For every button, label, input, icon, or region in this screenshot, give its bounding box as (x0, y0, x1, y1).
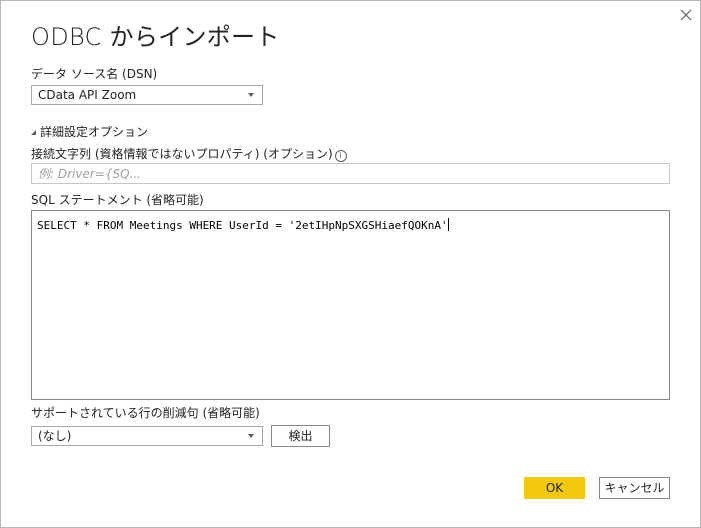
chevron-down-icon (248, 434, 254, 438)
info-icon[interactable]: i (334, 150, 347, 162)
cancel-button[interactable]: キャンセル (599, 477, 670, 499)
close-button[interactable] (677, 6, 695, 24)
dsn-select-value: CData API Zoom (38, 88, 137, 102)
detect-button[interactable]: 検出 (271, 425, 330, 447)
ok-button[interactable]: OK (524, 477, 585, 499)
dsn-label: データ ソース名 (DSN) (31, 67, 158, 81)
collapse-triangle-icon (31, 130, 36, 135)
connection-string-input[interactable] (31, 163, 670, 184)
row-reduction-clauses-select[interactable]: (なし) (31, 426, 263, 446)
row-reduction-clauses-label: サポートされている行の削減句 (省略可能) (31, 406, 260, 420)
dialog-title: ODBC からインポート (31, 23, 280, 51)
odbc-import-dialog: ODBC からインポート データ ソース名 (DSN) CData API Zo… (0, 0, 701, 528)
connection-string-label: 接続文字列 (資格情報ではないプロパティ) (オプション) i (31, 145, 347, 162)
sql-statement-text: SELECT * FROM Meetings WHERE UserId = '2… (37, 219, 448, 232)
row-reduction-clauses-value: (なし) (38, 429, 72, 443)
chevron-down-icon (248, 93, 254, 97)
advanced-options-toggle[interactable]: 詳細設定オプション (31, 123, 148, 140)
sql-statement-label: SQL ステートメント (省略可能) (31, 193, 204, 207)
connection-string-label-text: 接続文字列 (資格情報ではないプロパティ) (オプション) (31, 147, 333, 161)
advanced-options-label: 詳細設定オプション (40, 125, 149, 139)
close-icon (680, 9, 692, 21)
sql-statement-textarea[interactable]: SELECT * FROM Meetings WHERE UserId = '2… (31, 210, 670, 400)
dsn-select[interactable]: CData API Zoom (31, 85, 263, 105)
text-cursor (447, 218, 449, 231)
